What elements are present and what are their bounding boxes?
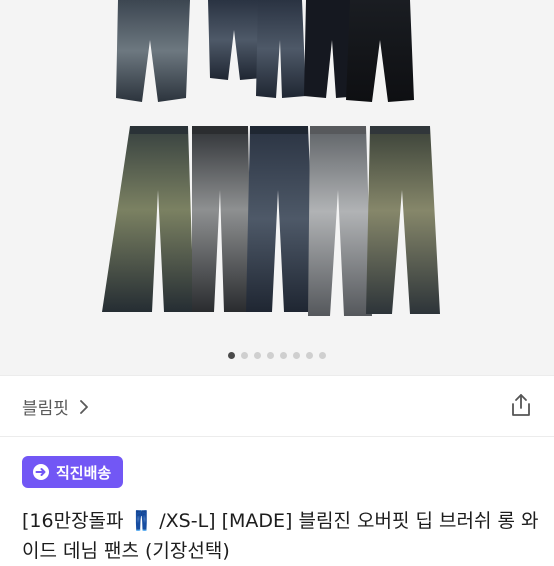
delivery-arrow-icon	[33, 464, 49, 480]
gallery-pagination[interactable]	[0, 352, 554, 359]
product-photo-jeans	[102, 0, 440, 316]
gallery-dot[interactable]	[293, 352, 300, 359]
gallery-dot[interactable]	[228, 352, 235, 359]
direct-delivery-badge: 직진배송	[22, 456, 124, 488]
gallery-dot[interactable]	[319, 352, 326, 359]
product-title: [16만장돌파 👖 /XS-L] [MADE] 블림진 오버핏 딥 브러쉬 롱 …	[22, 510, 539, 562]
gallery-dot[interactable]	[280, 352, 287, 359]
gallery-dot[interactable]	[254, 352, 261, 359]
store-name: 블림핏	[22, 399, 69, 419]
chevron-right-icon	[80, 399, 88, 414]
gallery-dot[interactable]	[267, 352, 274, 359]
divider	[0, 375, 554, 376]
badge-label: 직진배송	[56, 463, 112, 482]
product-image-gallery[interactable]	[0, 0, 554, 375]
gallery-dot[interactable]	[241, 352, 248, 359]
divider	[0, 436, 554, 437]
share-icon[interactable]	[508, 392, 534, 418]
gallery-dot[interactable]	[306, 352, 313, 359]
store-link[interactable]: 블림핏	[22, 394, 91, 419]
